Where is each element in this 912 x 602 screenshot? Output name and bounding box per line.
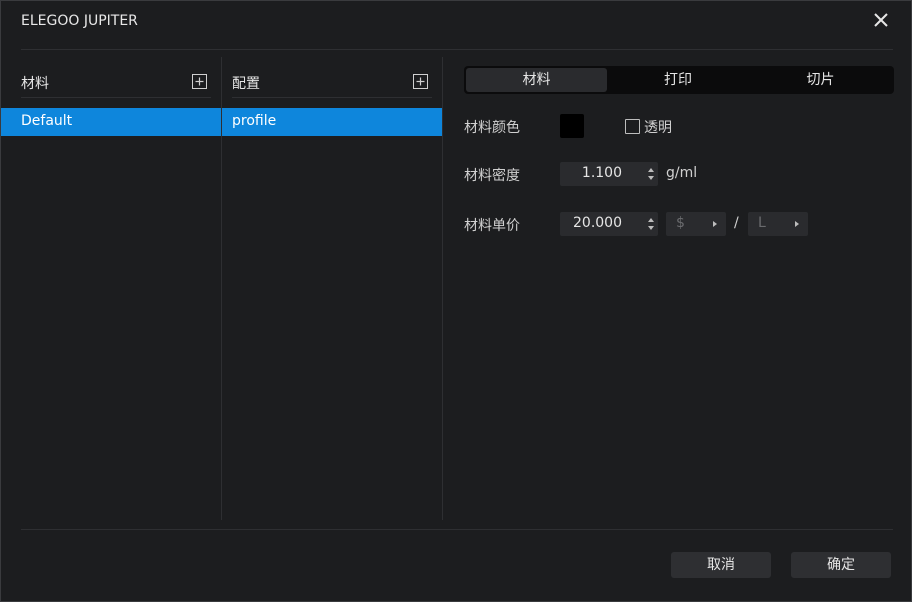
config-item-label: profile <box>232 113 277 129</box>
stepper-down-icon[interactable] <box>648 176 654 180</box>
price-value: 20.000 <box>573 215 622 231</box>
stepper-down-icon[interactable] <box>648 226 654 230</box>
material-item-label: Default <box>21 113 73 129</box>
stepper-up-icon[interactable] <box>648 168 654 172</box>
price-stepper[interactable] <box>642 212 658 236</box>
material-price-label: 材料单价 <box>464 218 520 234</box>
settings-tabs: 材料 打印 切片 <box>464 66 894 94</box>
material-density-label: 材料密度 <box>464 168 520 184</box>
title-divider <box>21 49 893 50</box>
cancel-button[interactable]: 取消 <box>671 552 771 578</box>
configs-header-divider <box>232 97 432 98</box>
materials-header-label: 材料 <box>21 76 49 92</box>
stepper-up-icon[interactable] <box>648 218 654 222</box>
tab-material[interactable]: 材料 <box>466 68 607 92</box>
material-item-default[interactable]: Default <box>1 108 221 136</box>
transparent-checkbox[interactable] <box>625 119 640 134</box>
density-stepper[interactable] <box>642 162 658 186</box>
add-material-icon[interactable] <box>192 74 207 89</box>
column-divider <box>442 57 443 520</box>
add-config-icon[interactable] <box>413 74 428 89</box>
caret-right-icon <box>795 221 799 227</box>
price-separator: / <box>734 215 739 231</box>
window-title: ELEGOO JUPITER <box>21 13 138 29</box>
material-color-swatch[interactable] <box>560 114 584 138</box>
caret-right-icon <box>713 221 717 227</box>
title-bar: ELEGOO JUPITER <box>1 1 911 47</box>
transparent-label: 透明 <box>644 120 672 136</box>
volume-unit-value: L <box>758 215 766 231</box>
density-value: 1.100 <box>581 165 622 181</box>
tab-slice[interactable]: 切片 <box>749 68 892 92</box>
confirm-button[interactable]: 确定 <box>791 552 891 578</box>
price-spinbox[interactable]: 20.000 <box>560 212 658 236</box>
configs-header: 配置 <box>232 65 432 97</box>
tab-print[interactable]: 打印 <box>607 68 749 92</box>
currency-dropdown[interactable]: $ <box>666 212 726 236</box>
volume-unit-dropdown[interactable]: L <box>748 212 808 236</box>
material-color-label: 材料颜色 <box>464 120 520 136</box>
currency-value: $ <box>676 215 685 231</box>
footer-divider <box>21 529 893 530</box>
materials-header: 材料 <box>21 65 211 97</box>
materials-header-divider <box>21 97 211 98</box>
density-unit: g/ml <box>666 165 698 181</box>
density-spinbox[interactable]: 1.100 <box>560 162 658 186</box>
close-icon[interactable] <box>873 12 889 28</box>
material-settings-dialog: ELEGOO JUPITER 材料 Default 配置 profile 材料 … <box>0 0 912 602</box>
configs-header-label: 配置 <box>232 76 260 92</box>
config-item-profile[interactable]: profile <box>222 108 442 136</box>
